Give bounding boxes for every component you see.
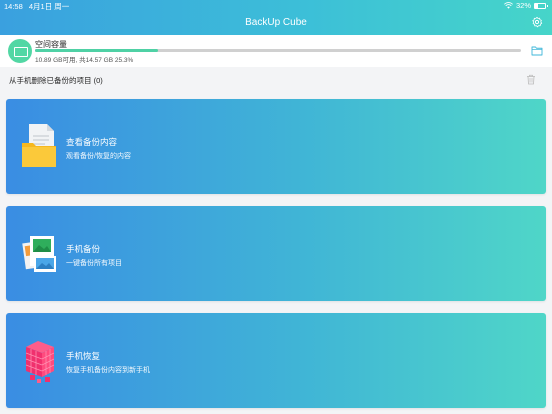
storage-row: 空间容量 10.89 GB可用, 共14.57 GB 25.3% bbox=[0, 35, 552, 67]
card-title: 手机恢复 bbox=[66, 351, 101, 361]
battery-icon bbox=[534, 2, 548, 9]
status-bar: 14:58 4月1日 周一 32% bbox=[0, 0, 552, 12]
storage-drive-icon bbox=[8, 39, 32, 63]
page-title: BackUp Cube bbox=[245, 17, 307, 28]
card-title: 查看备份内容 bbox=[66, 137, 118, 147]
trash-icon[interactable] bbox=[526, 74, 536, 85]
delete-backed-up-row[interactable]: 从手机删除已备份的项目 (0) bbox=[0, 67, 552, 92]
settings-gear-icon[interactable] bbox=[531, 16, 543, 28]
storage-progress-fill bbox=[35, 49, 158, 52]
top-header: 14:58 4月1日 周一 32% BackUp Cube bbox=[0, 0, 552, 35]
folder-icon[interactable] bbox=[531, 45, 543, 56]
status-right: 32% bbox=[504, 1, 548, 10]
cube-restore-icon bbox=[25, 341, 55, 383]
view-backup-card[interactable]: 查看备份内容 观看备份/恢复的内容 bbox=[6, 99, 546, 194]
folder-document-icon bbox=[22, 124, 56, 167]
status-left: 14:58 4月1日 周一 bbox=[4, 1, 73, 12]
card-subtitle: 观看备份/恢复的内容 bbox=[66, 153, 131, 160]
delete-backed-up-label: 从手机删除已备份的项目 (0) bbox=[9, 76, 103, 85]
phone-restore-card[interactable]: 手机恢复 恢复手机备份内容到新手机 bbox=[6, 313, 546, 408]
phone-backup-card[interactable]: 手机备份 一键备份所有项目 bbox=[6, 206, 546, 301]
card-subtitle: 恢复手机备份内容到新手机 bbox=[66, 367, 150, 374]
battery-percent: 32% bbox=[515, 1, 531, 10]
storage-detail: 10.89 GB可用, 共14.57 GB 25.3% bbox=[35, 57, 134, 64]
wifi-icon bbox=[504, 2, 513, 9]
card-subtitle: 一键备份所有项目 bbox=[66, 260, 122, 267]
status-time: 14:58 bbox=[4, 2, 23, 11]
status-date: 4月1日 周一 bbox=[28, 2, 70, 11]
storage-progress bbox=[35, 49, 521, 52]
photos-backup-icon bbox=[22, 236, 56, 272]
battery-level bbox=[535, 3, 539, 8]
card-title: 手机备份 bbox=[66, 244, 101, 254]
